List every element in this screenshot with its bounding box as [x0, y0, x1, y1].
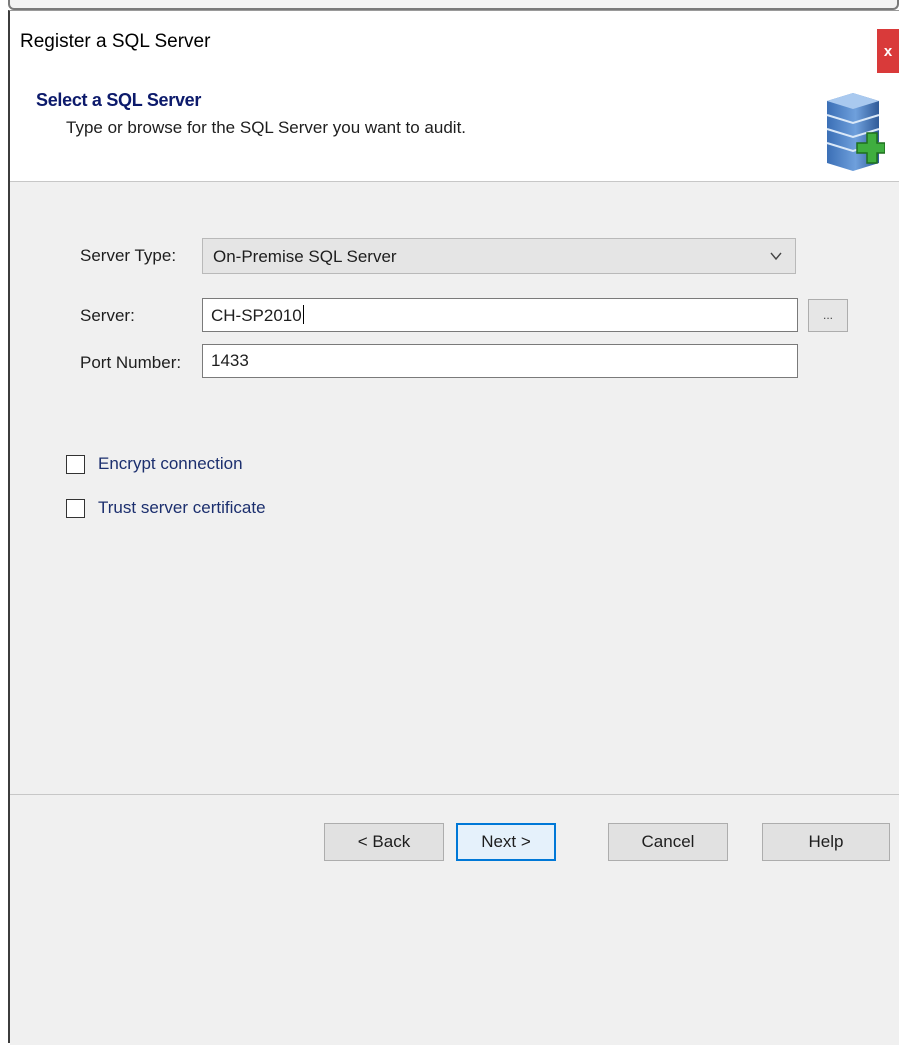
server-type-select[interactable]: On-Premise SQL Server: [202, 238, 796, 274]
encrypt-connection-label[interactable]: Encrypt connection: [98, 454, 243, 474]
page-title: Select a SQL Server: [36, 90, 202, 110]
server-input-value: CH-SP2010: [211, 306, 302, 325]
database-server-add-icon: [826, 93, 885, 171]
page-subtitle: Type or browse for the SQL Server you wa…: [66, 118, 467, 137]
form-area: Server Type: On-Premise SQL Server Serve…: [10, 182, 899, 794]
next-button[interactable]: Next >: [456, 823, 556, 861]
port-number-label: Port Number:: [80, 353, 182, 372]
browse-server-button[interactable]: ...: [808, 299, 848, 332]
help-button[interactable]: Help: [762, 823, 890, 861]
title-bar: Register a SQL Server x: [10, 11, 899, 73]
port-number-input[interactable]: 1433: [202, 344, 798, 378]
encrypt-connection-box[interactable]: [66, 455, 85, 474]
server-type-label: Server Type:: [80, 246, 177, 265]
back-button[interactable]: < Back: [324, 823, 444, 861]
wizard-header: Select a SQL Server Type or browse for t…: [10, 73, 899, 182]
text-caret: [302, 305, 304, 324]
wizard-footer: < Back Next > Cancel Help: [10, 794, 899, 1045]
server-label: Server:: [80, 306, 135, 325]
trust-server-certificate-label[interactable]: Trust server certificate: [98, 498, 266, 518]
trust-server-certificate-box[interactable]: [66, 499, 85, 518]
server-input[interactable]: CH-SP2010: [202, 298, 798, 332]
chevron-down-icon: [770, 252, 782, 261]
register-sql-server-dialog: Register a SQL Server x Select a SQL Ser…: [8, 10, 899, 1045]
cancel-button[interactable]: Cancel: [608, 823, 728, 861]
window-title: Register a SQL Server: [20, 31, 211, 52]
close-button[interactable]: x: [877, 29, 899, 73]
port-number-value: 1433: [211, 351, 249, 370]
server-type-value: On-Premise SQL Server: [213, 247, 397, 266]
